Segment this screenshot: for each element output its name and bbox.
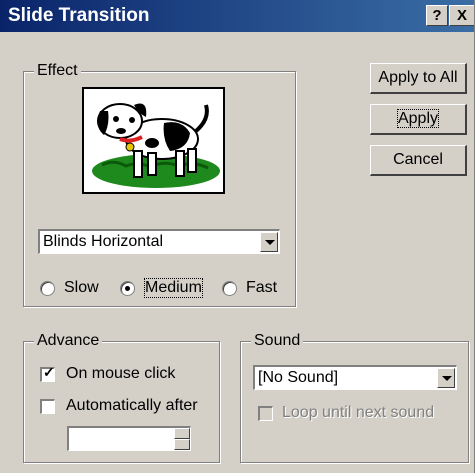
radio-selected-dot [125,286,130,291]
slide-transition-dialog: Slide Transition ? X Effect Blinds Horiz… [0,0,475,473]
close-button[interactable]: X [449,5,474,26]
spin-down-icon[interactable] [174,439,190,450]
preview-area [82,87,225,194]
speed-label-fast: Fast [246,279,278,296]
dropdown-arrow-icon[interactable] [260,232,278,252]
on-mouse-click-label: On mouse click [66,365,176,382]
speed-label-medium: Medium [144,278,203,298]
help-button[interactable]: ? [426,5,448,26]
dropdown-arrow-icon[interactable] [437,368,455,388]
speed-radio-slow[interactable] [40,281,55,296]
title-bar[interactable]: Slide Transition ? X [0,0,474,32]
sound-legend: Sound [251,331,304,351]
apply-button[interactable]: Apply [370,104,467,135]
on-mouse-click-checkbox[interactable]: ✓ [40,364,55,382]
cancel-button[interactable]: Cancel [370,145,467,176]
sound-group: Sound [240,331,469,463]
speed-label-slow: Slow [64,279,99,296]
transition-select[interactable]: Blinds Horizontal [38,229,280,254]
advance-legend: Advance [34,331,103,351]
speed-radio-medium[interactable] [120,281,135,296]
automatically-after-checkbox[interactable] [40,399,55,414]
speed-radio-fast[interactable] [222,281,237,296]
dog-picture-icon [92,103,220,188]
sound-value: [No Sound] [258,369,339,386]
advance-time-spinner[interactable] [67,426,191,451]
window-title: Slide Transition [8,5,150,26]
apply-button-label: Apply [396,109,440,128]
transition-value: Blinds Horizontal [43,233,164,250]
checkmark-icon: ✓ [43,364,55,380]
loop-sound-label: Loop until next sound [282,404,435,421]
automatically-after-label: Automatically after [66,397,198,414]
apply-to-all-button[interactable]: Apply to All [370,63,467,94]
sound-select[interactable]: [No Sound] [253,365,457,390]
loop-sound-checkbox[interactable] [258,406,273,421]
spin-up-icon[interactable] [174,428,190,439]
effect-legend: Effect [34,61,81,81]
